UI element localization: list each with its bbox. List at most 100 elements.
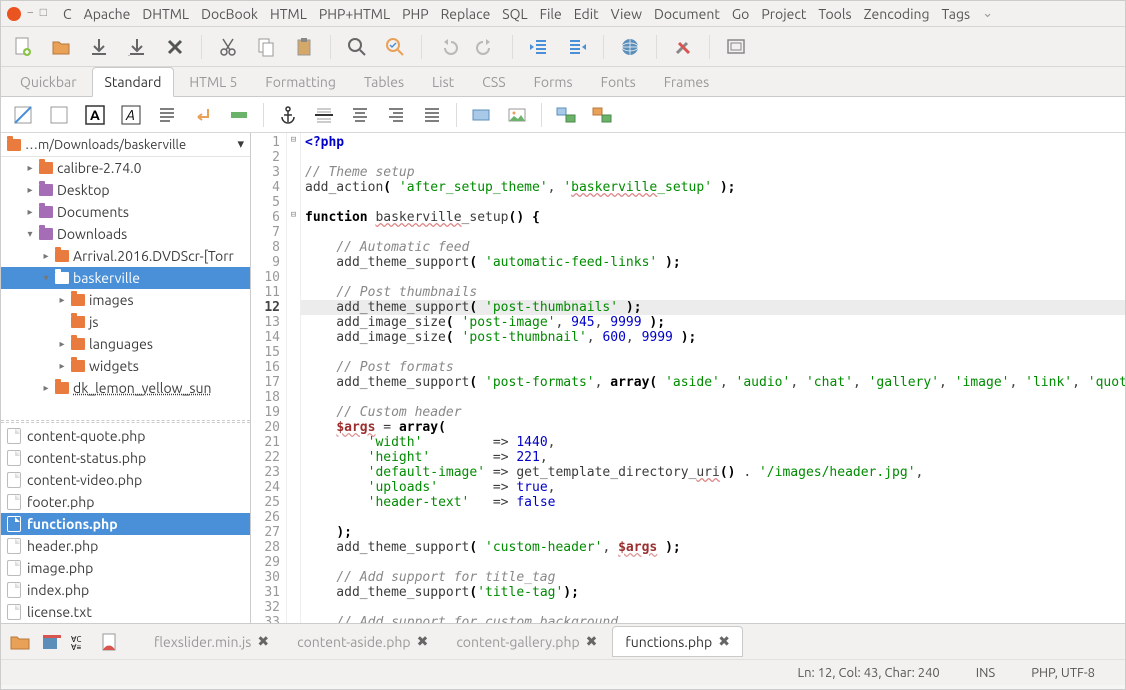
doc-tab-functions-php[interactable]: functions.php✖ bbox=[612, 626, 743, 657]
multi-thumbnail-icon[interactable] bbox=[588, 101, 616, 129]
browser-preview-button[interactable] bbox=[616, 33, 644, 61]
tree-item-downloads[interactable]: ▾Downloads bbox=[1, 223, 250, 245]
tree-item-js[interactable]: js bbox=[1, 311, 250, 333]
expand-icon[interactable]: ▾ bbox=[25, 228, 35, 240]
file-item-license-txt[interactable]: license.txt bbox=[1, 601, 250, 623]
menu-tools[interactable]: Tools bbox=[812, 3, 857, 25]
tree-item-calibre-2-74-0[interactable]: ▸calibre-2.74.0 bbox=[1, 157, 250, 179]
close-icon[interactable]: ✖ bbox=[417, 633, 429, 650]
menu-go[interactable]: Go bbox=[726, 3, 755, 25]
window-maximize-button[interactable]: □ bbox=[40, 7, 47, 21]
tree-item-desktop[interactable]: ▸Desktop bbox=[1, 179, 250, 201]
open-folder-icon[interactable] bbox=[9, 632, 31, 652]
search-replace-button[interactable] bbox=[381, 33, 409, 61]
doc-tab-content-gallery-php[interactable]: content-gallery.php✖ bbox=[443, 626, 610, 657]
toolbar-tab-formatting[interactable]: Formatting bbox=[252, 67, 349, 96]
path-selector[interactable]: …m/Downloads/baskerville ▾ bbox=[1, 133, 250, 157]
doc-tab-content-aside-php[interactable]: content-aside.php✖ bbox=[284, 626, 441, 657]
char-map-icon[interactable]: ∀C∀≡ bbox=[69, 632, 91, 652]
tree-item-documents[interactable]: ▸Documents bbox=[1, 201, 250, 223]
expand-icon[interactable]: ▸ bbox=[25, 206, 35, 218]
tree-item-widgets[interactable]: ▸widgets bbox=[1, 355, 250, 377]
anchor-icon[interactable] bbox=[274, 101, 302, 129]
toolbar-tab-frames[interactable]: Frames bbox=[651, 67, 723, 96]
menu-php-html[interactable]: PHP+HTML bbox=[313, 3, 396, 25]
expand-icon[interactable]: ▸ bbox=[41, 382, 51, 394]
close-icon[interactable]: ✖ bbox=[718, 633, 730, 650]
toolbar-tab-html-5[interactable]: HTML 5 bbox=[176, 67, 250, 96]
file-item-footer-php[interactable]: footer.php bbox=[1, 491, 250, 513]
code-editor[interactable]: 1234567891011121314151617181920212223242… bbox=[251, 133, 1125, 623]
file-item-index-php[interactable]: index.php bbox=[1, 579, 250, 601]
snippets-icon[interactable] bbox=[99, 632, 121, 652]
window-minimize-button[interactable]: − bbox=[27, 7, 34, 21]
line-gutter[interactable]: 1234567891011121314151617181920212223242… bbox=[251, 133, 287, 623]
copy-button[interactable] bbox=[252, 33, 280, 61]
toolbar-tab-quickbar[interactable]: Quickbar bbox=[7, 67, 90, 96]
expand-icon[interactable]: ▸ bbox=[25, 184, 35, 196]
preferences-button[interactable] bbox=[669, 33, 697, 61]
save-as-button[interactable]: . bbox=[123, 33, 151, 61]
file-item-image-php[interactable]: image.php bbox=[1, 557, 250, 579]
file-item-content-video-php[interactable]: content-video.php bbox=[1, 469, 250, 491]
bold-icon[interactable]: A bbox=[81, 101, 109, 129]
thumbnail-icon[interactable] bbox=[552, 101, 580, 129]
tree-item-images[interactable]: ▸images bbox=[1, 289, 250, 311]
menu-sql[interactable]: SQL bbox=[496, 3, 533, 25]
link-icon[interactable] bbox=[467, 101, 495, 129]
menu-view[interactable]: View bbox=[605, 3, 648, 25]
quickstart-icon[interactable] bbox=[9, 101, 37, 129]
menu-document[interactable]: Document bbox=[648, 3, 726, 25]
window-close-button[interactable] bbox=[7, 7, 21, 21]
bookmark-icon[interactable] bbox=[39, 632, 61, 652]
menu-tags[interactable]: Tags bbox=[936, 3, 977, 25]
paragraph-icon[interactable] bbox=[153, 101, 181, 129]
fold-column[interactable]: ⊟⊟ bbox=[287, 133, 301, 623]
file-item-functions-php[interactable]: functions.php bbox=[1, 513, 250, 535]
break-icon[interactable] bbox=[189, 101, 217, 129]
open-file-button[interactable] bbox=[47, 33, 75, 61]
cut-button[interactable] bbox=[214, 33, 242, 61]
file-item-content-quote-php[interactable]: content-quote.php bbox=[1, 425, 250, 447]
menu-overflow-icon[interactable]: ⌄ bbox=[982, 6, 993, 21]
sidebar-divider[interactable] bbox=[1, 420, 250, 423]
italic-icon[interactable]: A bbox=[117, 101, 145, 129]
toolbar-tab-fonts[interactable]: Fonts bbox=[588, 67, 649, 96]
toolbar-tab-css[interactable]: CSS bbox=[469, 67, 518, 96]
center-icon[interactable] bbox=[346, 101, 374, 129]
expand-icon[interactable]: ▸ bbox=[57, 360, 67, 372]
unindent-button[interactable] bbox=[525, 33, 553, 61]
fullscreen-button[interactable] bbox=[722, 33, 750, 61]
image-icon[interactable] bbox=[503, 101, 531, 129]
expand-icon[interactable]: ▸ bbox=[57, 294, 67, 306]
tree-item-languages[interactable]: ▸languages bbox=[1, 333, 250, 355]
folder-tree[interactable]: ▸calibre-2.74.0▸Desktop▸Documents▾Downlo… bbox=[1, 157, 250, 418]
expand-icon[interactable]: ▸ bbox=[41, 250, 51, 262]
search-button[interactable] bbox=[343, 33, 371, 61]
expand-icon[interactable]: ▾ bbox=[41, 272, 51, 284]
menu-apache[interactable]: Apache bbox=[78, 3, 137, 25]
toolbar-tab-standard[interactable]: Standard bbox=[92, 67, 175, 97]
close-icon[interactable]: ✖ bbox=[586, 633, 598, 650]
file-item-header-php[interactable]: header.php bbox=[1, 535, 250, 557]
doc-tab-flexslider-min-js[interactable]: flexslider.min.js✖ bbox=[141, 626, 282, 657]
tree-item-arrival-2016-dvdscr-torr[interactable]: ▸Arrival.2016.DVDScr-[Torr bbox=[1, 245, 250, 267]
toolbar-tab-tables[interactable]: Tables bbox=[351, 67, 417, 96]
code-area[interactable]: <?php// Theme setupadd_action( 'after_se… bbox=[301, 133, 1125, 623]
menu-docbook[interactable]: DocBook bbox=[195, 3, 264, 25]
undo-button[interactable] bbox=[434, 33, 462, 61]
hrule-icon[interactable] bbox=[310, 101, 338, 129]
menu-file[interactable]: File bbox=[534, 3, 568, 25]
redo-button[interactable] bbox=[472, 33, 500, 61]
comment-icon[interactable] bbox=[418, 101, 446, 129]
expand-icon[interactable]: ▸ bbox=[25, 162, 35, 174]
menu-zencoding[interactable]: Zencoding bbox=[858, 3, 936, 25]
save-button[interactable] bbox=[85, 33, 113, 61]
paste-button[interactable] bbox=[290, 33, 318, 61]
menu-dhtml[interactable]: DHTML bbox=[136, 3, 195, 25]
new-file-button[interactable] bbox=[9, 33, 37, 61]
menu-edit[interactable]: Edit bbox=[568, 3, 605, 25]
expand-icon[interactable]: ▸ bbox=[57, 338, 67, 350]
tree-item-dk_lemon_yellow_sun[interactable]: ▸dk_lemon_yellow_sun bbox=[1, 377, 250, 399]
file-mode[interactable]: PHP, UTF-8 bbox=[1013, 666, 1113, 680]
